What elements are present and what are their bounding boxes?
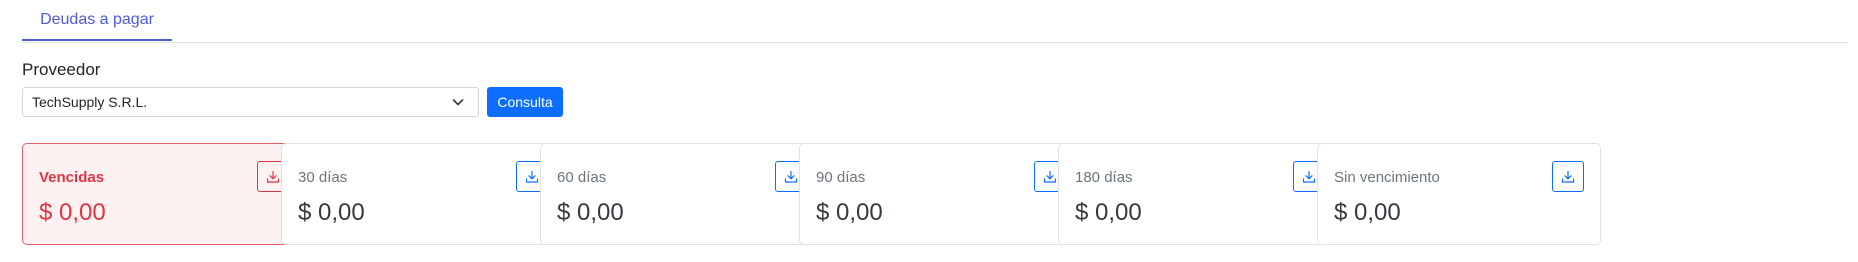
card-30-dias: 30 días $ 0,00 — [281, 143, 565, 245]
card-180-dias: 180 días $ 0,00 — [1058, 143, 1342, 245]
card-title: 180 días — [1075, 169, 1133, 186]
chevron-down-icon — [452, 99, 464, 106]
card-amount: $ 0,00 — [1075, 199, 1142, 226]
card-amount: $ 0,00 — [298, 199, 365, 226]
provider-select-value: TechSupply S.R.L. — [32, 94, 148, 110]
card-sin-vencimiento: Sin vencimiento $ 0,00 — [1317, 143, 1601, 245]
card-vencidas: Vencidas $ 0,00 — [22, 143, 306, 245]
card-title: 90 días — [816, 169, 866, 186]
provider-label: Proveedor — [22, 60, 101, 79]
consulta-button[interactable]: Consulta — [487, 87, 563, 117]
download-icon — [784, 170, 798, 183]
card-title: Sin vencimiento — [1334, 169, 1440, 186]
download-icon — [1561, 170, 1575, 183]
download-icon — [525, 170, 539, 183]
provider-select[interactable]: TechSupply S.R.L. — [22, 87, 479, 117]
card-60-dias: 60 días $ 0,00 — [540, 143, 824, 245]
download-icon — [1302, 170, 1316, 183]
card-amount: $ 0,00 — [816, 199, 883, 226]
card-amount: $ 0,00 — [557, 199, 624, 226]
card-amount: $ 0,00 — [39, 199, 106, 226]
tab-bar: Deudas a pagar — [22, 0, 1848, 43]
download-icon — [266, 170, 280, 183]
download-button[interactable] — [1552, 161, 1584, 192]
download-icon — [1043, 170, 1057, 183]
card-title: Vencidas — [39, 169, 105, 186]
aging-cards: Vencidas $ 0,00 30 días $ 0,00 60 días $… — [22, 143, 1850, 245]
card-title: 60 días — [557, 169, 607, 186]
debts-page: Deudas a pagar Proveedor TechSupply S.R.… — [0, 0, 1858, 262]
card-amount: $ 0,00 — [1334, 199, 1401, 226]
card-90-dias: 90 días $ 0,00 — [799, 143, 1083, 245]
tab-deudas-a-pagar[interactable]: Deudas a pagar — [22, 0, 172, 41]
card-title: 30 días — [298, 169, 348, 186]
